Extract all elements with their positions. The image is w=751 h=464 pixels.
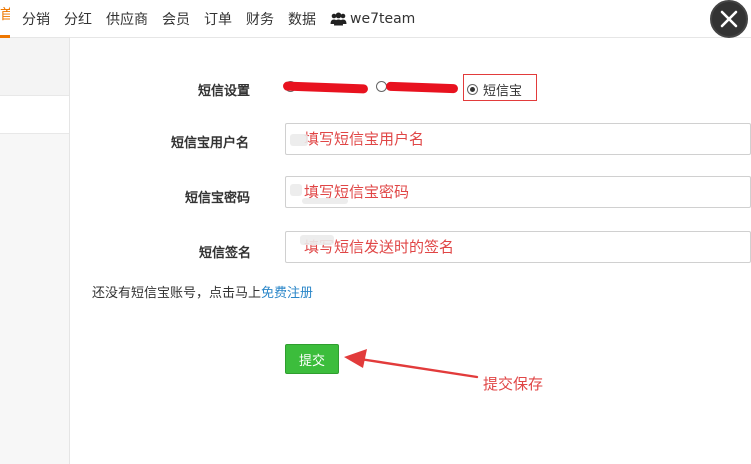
annotation-arrow-icon: [344, 349, 479, 379]
username-input[interactable]: [285, 123, 751, 155]
sidebar-block-bottom: [0, 133, 70, 464]
register-link[interactable]: 免费注册: [261, 286, 313, 301]
close-icon: [720, 10, 738, 28]
password-input[interactable]: [285, 176, 751, 208]
active-nav-item[interactable]: 首页: [0, 0, 10, 38]
radio-circle-selected: [467, 84, 478, 95]
left-sidebar: [0, 38, 70, 464]
nav-item-finance[interactable]: 财务: [246, 9, 274, 29]
blurred-value: [290, 184, 302, 196]
close-button[interactable]: [710, 0, 748, 38]
sidebar-block-top: [0, 38, 70, 96]
nav-menu: 分销 分红 供应商 会员 订单 财务 数据 we7team: [22, 0, 415, 38]
sms-setting-label: 短信设置: [198, 84, 251, 99]
nav-item-fenxiao[interactable]: 分销: [22, 9, 50, 29]
nav-item-supplier[interactable]: 供应商: [106, 9, 148, 29]
team-label: we7team: [350, 11, 416, 27]
register-line: 还没有短信宝账号，点击马上免费注册: [92, 282, 313, 301]
blurred-value: [300, 235, 334, 245]
sidebar-divider: [69, 38, 70, 464]
nav-item-order[interactable]: 订单: [204, 9, 232, 29]
sms-option-smsbao-radio[interactable]: 短信宝: [467, 80, 522, 99]
sms-option-smsbao-label: 短信宝: [483, 84, 523, 99]
password-label: 短信宝密码: [185, 191, 251, 206]
register-prefix: 还没有短信宝账号，点击马上: [92, 286, 262, 301]
top-nav-bar: 首页 分销 分红 供应商 会员 订单 财务 数据 we7team: [0, 0, 751, 38]
signature-input[interactable]: [285, 231, 751, 263]
active-nav-label: 首页: [0, 7, 10, 23]
users-icon: [330, 12, 347, 26]
signature-label: 短信签名: [199, 246, 252, 261]
nav-item-fenhong[interactable]: 分红: [64, 9, 92, 29]
redaction-scribble: [385, 81, 459, 94]
nav-item-data[interactable]: 数据: [288, 9, 316, 29]
annotation-text: 提交保存: [483, 375, 544, 393]
blurred-value: [290, 134, 308, 146]
nav-item-member[interactable]: 会员: [162, 9, 190, 29]
nav-item-team[interactable]: we7team: [330, 11, 415, 27]
username-label: 短信宝用户名: [171, 136, 250, 151]
submit-button[interactable]: 提交: [285, 344, 339, 374]
blurred-value: [302, 198, 348, 204]
